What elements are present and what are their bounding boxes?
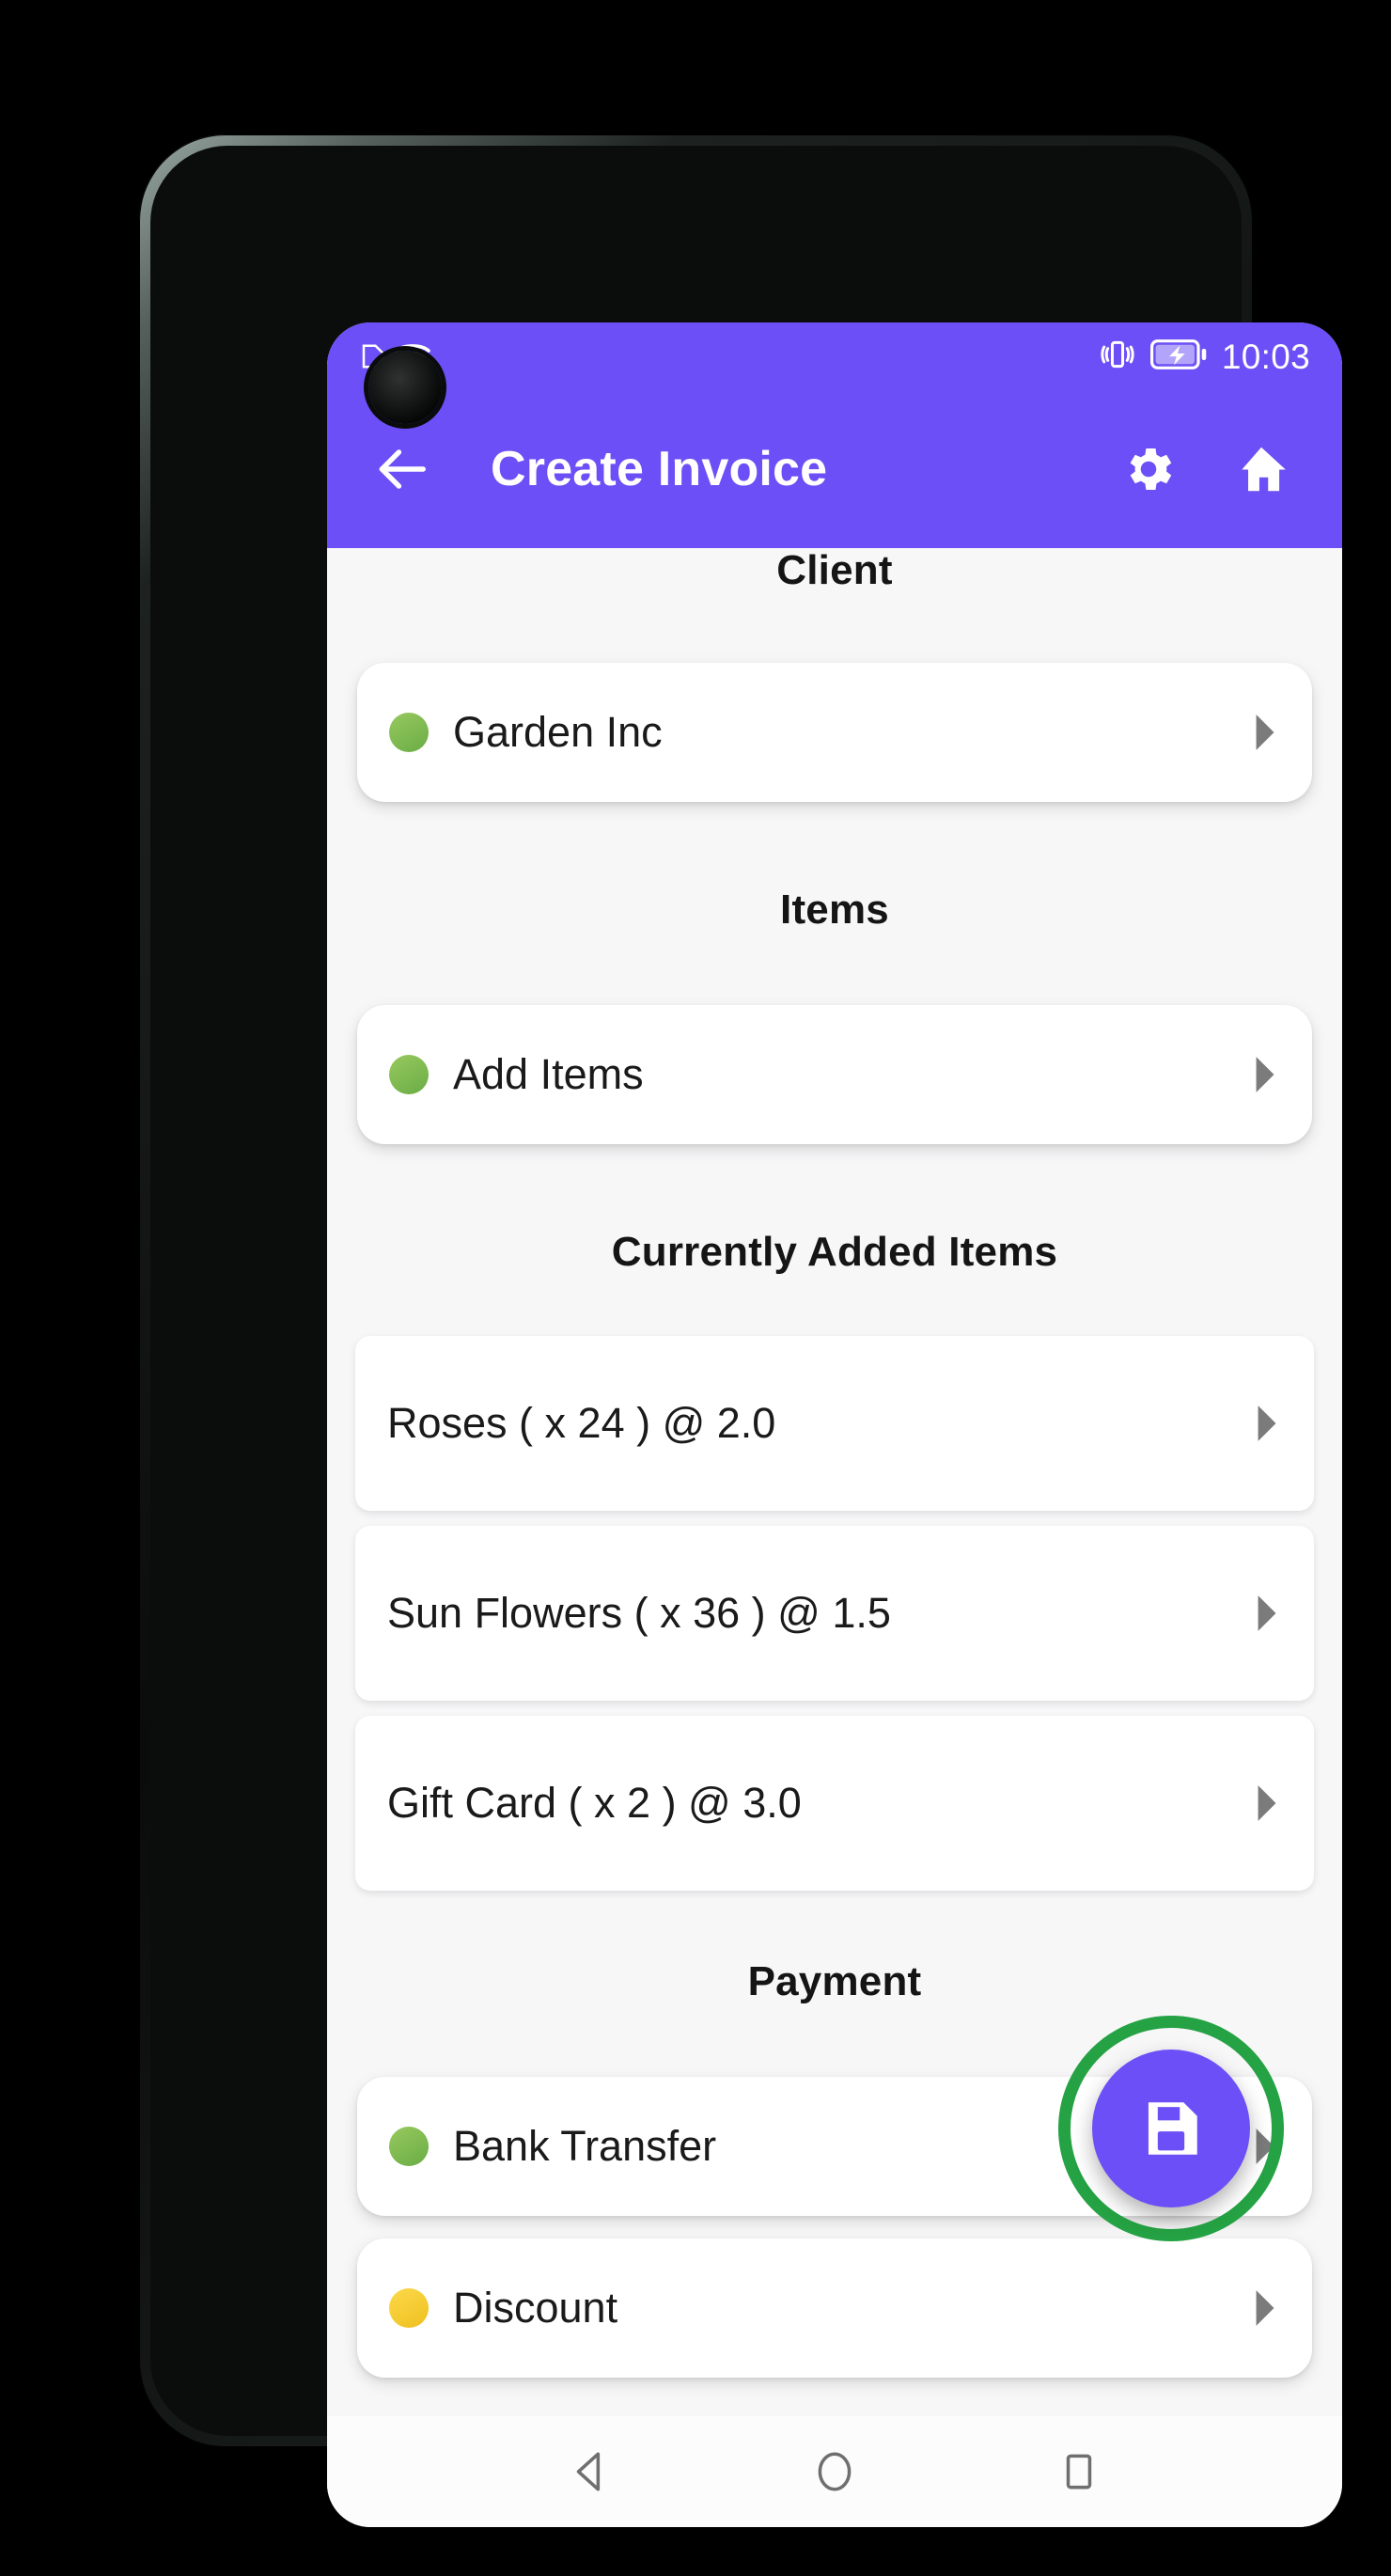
phone-screen: 10:03 Create Invoice Client Garden Inc I… xyxy=(327,322,1342,2527)
discount-label: Discount xyxy=(453,2284,618,2332)
square-recents-icon xyxy=(1066,2454,1092,2490)
table-row[interactable]: Sun Flowers ( x 36 ) @ 1.5 xyxy=(355,1526,1314,1701)
back-button[interactable] xyxy=(361,429,442,510)
status-dot-yellow-icon xyxy=(389,2288,429,2328)
add-items-row[interactable]: Add Items xyxy=(357,1005,1312,1144)
gear-icon xyxy=(1130,448,1172,490)
chevron-right-icon xyxy=(1250,1594,1282,1633)
battery-charging-icon xyxy=(1149,338,1207,375)
status-bar: 10:03 xyxy=(327,322,1342,424)
phone-frame: 10:03 Create Invoice Client Garden Inc I… xyxy=(139,134,1342,2527)
discount-row[interactable]: Discount xyxy=(357,2238,1312,2378)
item-label: Roses ( x 24 ) @ 2.0 xyxy=(387,1399,776,1447)
add-items-label: Add Items xyxy=(453,1050,644,1098)
save-button[interactable] xyxy=(1092,2050,1250,2207)
status-bar-right-icons: 10:03 xyxy=(1100,337,1310,377)
save-fab-container xyxy=(1058,2016,1284,2241)
triangle-back-icon xyxy=(576,2452,601,2491)
client-section-header-label: Client xyxy=(776,548,893,591)
client-section-header-clipped: Client xyxy=(327,548,1342,591)
item-label: Gift Card ( x 2 ) @ 3.0 xyxy=(387,1779,802,1827)
arrow-left-icon xyxy=(379,449,426,489)
invoice-form-scroll[interactable]: Client Garden Inc Items Add Items Curren… xyxy=(327,548,1342,2416)
currently-added-items-header: Currently Added Items xyxy=(611,1229,1058,1275)
home-icon xyxy=(1242,447,1286,492)
status-bar-clock: 10:03 xyxy=(1221,337,1310,376)
chevron-right-icon xyxy=(1250,1404,1282,1443)
table-row[interactable]: Gift Card ( x 2 ) @ 3.0 xyxy=(355,1716,1314,1891)
nav-recents-button[interactable] xyxy=(1027,2420,1131,2523)
chevron-right-icon xyxy=(1248,2288,1280,2328)
status-dot-green-icon xyxy=(389,2127,429,2166)
front-camera-punch-hole xyxy=(368,351,442,424)
chevron-right-icon xyxy=(1248,713,1280,752)
home-button[interactable] xyxy=(1218,426,1305,512)
nav-home-button[interactable] xyxy=(783,2420,886,2523)
item-label: Sun Flowers ( x 36 ) @ 1.5 xyxy=(387,1589,891,1637)
circle-home-icon xyxy=(818,2452,852,2491)
vibrate-icon xyxy=(1100,337,1135,377)
app-bar: Create Invoice xyxy=(327,390,1342,548)
status-dot-green-icon xyxy=(389,713,429,752)
android-navigation-bar xyxy=(327,2416,1342,2527)
table-row[interactable]: Roses ( x 24 ) @ 2.0 xyxy=(355,1336,1314,1511)
status-dot-green-icon xyxy=(389,1055,429,1094)
items-section-header: Items xyxy=(780,887,889,933)
client-name-label: Garden Inc xyxy=(453,708,663,756)
settings-button[interactable] xyxy=(1105,426,1192,512)
payment-section-header: Payment xyxy=(747,1958,922,2004)
client-row[interactable]: Garden Inc xyxy=(357,663,1312,802)
chevron-right-icon xyxy=(1248,1055,1280,1094)
save-icon xyxy=(1148,2102,1197,2155)
chevron-right-icon xyxy=(1250,1783,1282,1823)
nav-back-button[interactable] xyxy=(539,2420,642,2523)
currently-added-items-list: Roses ( x 24 ) @ 2.0 Sun Flowers ( x 36 … xyxy=(327,1336,1342,1891)
page-title: Create Invoice xyxy=(491,442,828,496)
